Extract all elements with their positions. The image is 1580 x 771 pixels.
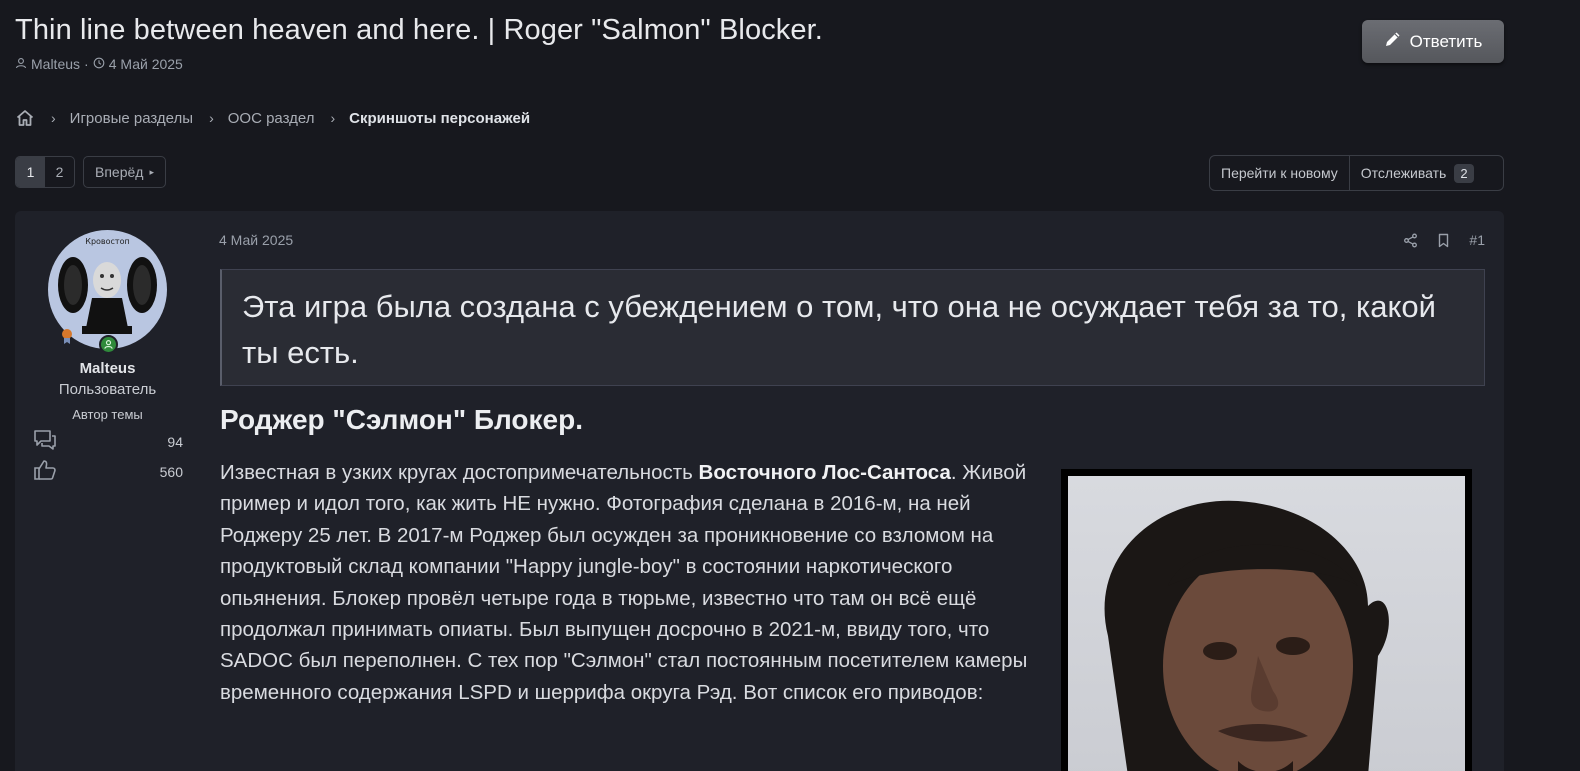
mugshot-image[interactable]: [1061, 469, 1472, 771]
chevron-right-icon: ›: [51, 110, 56, 126]
post-date-link[interactable]: 4 Май 2025: [219, 232, 293, 248]
go-to-new-button[interactable]: Перейти к новому: [1210, 156, 1349, 190]
messages-icon: [33, 429, 57, 454]
caret-right-icon: ▸: [149, 166, 154, 177]
post-number-link[interactable]: #1: [1469, 232, 1485, 248]
reactions-stat: 560: [33, 459, 183, 484]
messages-count: 94: [167, 433, 183, 450]
post-body-intro: Известная в узких кругах достопримечател…: [220, 461, 699, 484]
watch-button[interactable]: Отслеживать 2: [1348, 156, 1485, 190]
clock-icon: [93, 56, 105, 72]
post-body-text: . Живой пример и идол того, как жить НЕ …: [220, 461, 1028, 704]
post-user-cell: Кровостоп Malteus Пользователь Автор тем…: [15, 211, 200, 771]
medal-icon: [62, 329, 72, 344]
reply-button[interactable]: Ответить: [1362, 20, 1504, 63]
meta-separator: ·: [84, 56, 89, 72]
next-page-button[interactable]: Вперёд ▸: [83, 156, 166, 188]
post-body-bold-place: Восточного Лос-Сантоса: [698, 461, 951, 484]
chevron-right-icon: ›: [209, 110, 214, 126]
thread-actions: Перейти к новому Отслеживать 2: [1209, 155, 1504, 191]
page-list: 1 2: [15, 156, 75, 188]
bookmark-icon[interactable]: [1436, 233, 1451, 248]
post-heading: Роджер "Сэлмон" Блокер.: [220, 404, 584, 435]
breadcrumb-item-game-sections[interactable]: Игровые разделы: [70, 110, 193, 127]
reactions-count: 560: [159, 463, 183, 480]
thread-author-tag: Автор темы: [72, 407, 143, 422]
breadcrumb-item-screenshots[interactable]: Скриншоты персонажей: [349, 110, 530, 127]
mugshot-photo: [1068, 476, 1465, 771]
share-icon[interactable]: [1403, 233, 1418, 248]
post-username[interactable]: Malteus: [15, 360, 200, 377]
user-title: Пользователь: [58, 381, 157, 398]
breadcrumb: › Игровые разделы › ООС раздел › Скриншо…: [15, 106, 530, 130]
page-2-button[interactable]: 2: [45, 157, 74, 187]
post-tools: #1: [1403, 232, 1485, 248]
home-icon[interactable]: [15, 108, 35, 128]
next-page-label: Вперёд: [95, 164, 144, 180]
post-quote: Эта игра была создана с убеждением о том…: [220, 269, 1485, 386]
watch-count-badge: 2: [1454, 163, 1474, 183]
watch-label: Отслеживать: [1360, 165, 1447, 181]
messages-stat: 94: [33, 429, 183, 454]
thread-date-link[interactable]: 4 Май 2025: [109, 56, 183, 72]
chevron-right-icon: ›: [330, 110, 336, 126]
thread-meta: Malteus · 4 Май 2025: [15, 56, 183, 72]
thread-author-link[interactable]: Malteus: [31, 56, 80, 72]
pagination: 1 2 Вперёд ▸: [15, 156, 166, 188]
pencil-icon: [1384, 30, 1402, 53]
go-to-new-label: Перейти к новому: [1221, 165, 1338, 181]
breadcrumb-item-ooc[interactable]: ООС раздел: [228, 110, 315, 127]
page-1-button[interactable]: 1: [16, 157, 45, 187]
online-status-icon: [99, 335, 118, 354]
reply-button-label: Ответить: [1409, 31, 1483, 51]
thread-title: Thin line between heaven and here. | Rog…: [15, 14, 823, 46]
post: Кровостоп Malteus Пользователь Автор тем…: [15, 211, 1504, 771]
user-icon: [15, 56, 27, 72]
avatar-caption: Кровостоп: [85, 237, 130, 246]
thumbs-up-icon: [33, 459, 57, 484]
post-body: Известная в узких кругах достопримечател…: [220, 457, 1050, 708]
